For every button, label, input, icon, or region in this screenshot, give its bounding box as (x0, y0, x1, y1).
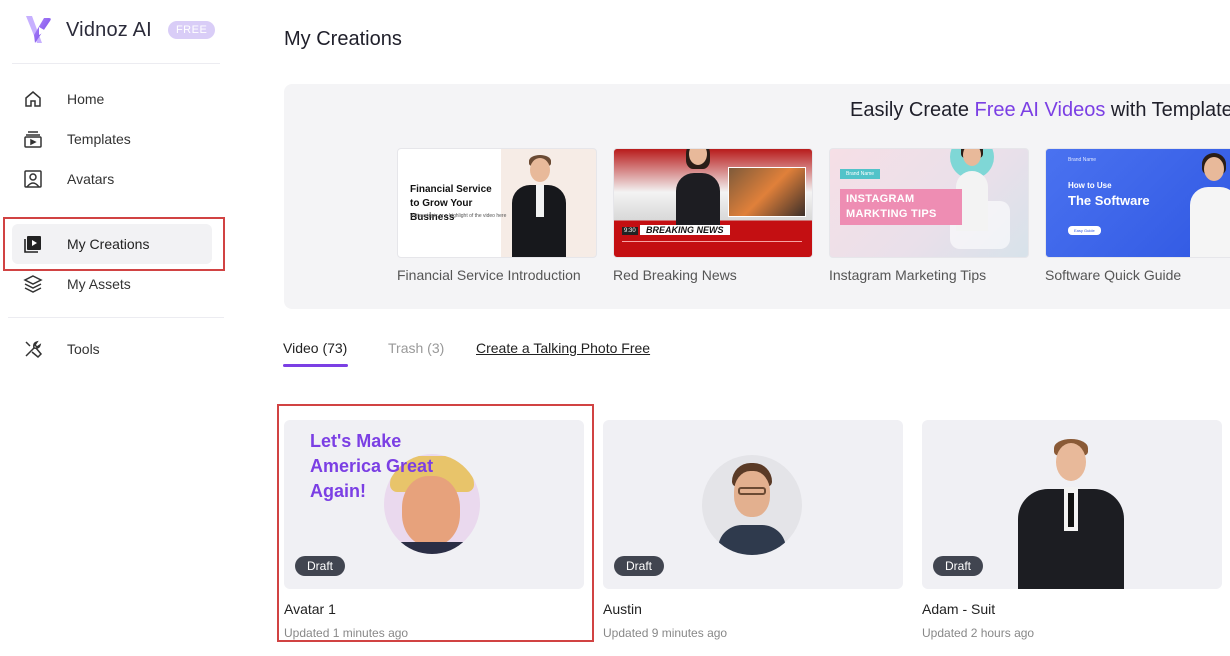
avatar-portrait (1012, 439, 1130, 589)
creation-updated: Updated 1 minutes ago (284, 626, 409, 640)
thumb-slogan: Let's Make America Great Again! (310, 431, 434, 501)
sidebar-item-label: My Creations (67, 236, 150, 252)
sidebar-item-templates[interactable]: Templates (12, 119, 212, 159)
thumb-heading: INSTAGRAM MARKTING TIPS (840, 189, 962, 225)
creation-title: Avatar 1 (284, 601, 336, 617)
home-icon (22, 88, 44, 110)
thumb-line1: How to Use (1068, 181, 1112, 190)
sidebar-item-label: Templates (67, 131, 131, 147)
templates-icon (22, 128, 44, 150)
thumb-subtext: Write a topic or a highlight of the vide… (410, 213, 507, 219)
creation-thumbnail[interactable]: Draft (922, 420, 1222, 589)
brand-name: Vidnoz AI (66, 18, 152, 41)
creation-thumbnail[interactable]: Let's Make America Great Again! Draft (284, 420, 584, 589)
page-title: My Creations (284, 28, 402, 50)
tab-video[interactable]: Video (73) (283, 340, 347, 356)
sidebar-item-label: My Assets (67, 276, 131, 292)
creation-title: Adam - Suit (922, 601, 996, 617)
news-time: 9:30 (622, 227, 638, 235)
tools-icon (22, 338, 44, 360)
template-label: Financial Service Introduction (397, 267, 581, 283)
creation-card-austin[interactable]: Draft Austin Updated 9 minutes ago (603, 420, 903, 640)
creation-updated: Updated 9 minutes ago (603, 626, 728, 640)
draft-badge: Draft (614, 556, 665, 576)
sidebar-item-label: Home (67, 91, 105, 107)
template-thumbnail[interactable]: Brand Name How to Use The Software Easy … (1045, 148, 1230, 258)
active-tab-indicator (283, 364, 348, 367)
create-talking-photo-link[interactable]: Create a Talking Photo Free (476, 340, 650, 356)
sidebar: Vidnoz AI FREE Home Templates Avatars My… (0, 0, 232, 656)
creation-thumbnail[interactable]: Draft (603, 420, 903, 589)
presenter-avatar (508, 149, 570, 257)
template-card-red-breaking-news[interactable]: 9:30 BREAKING NEWS Red Breaking News (613, 148, 813, 283)
plan-badge: FREE (167, 21, 216, 39)
template-label: Red Breaking News (613, 267, 737, 283)
sidebar-item-tools[interactable]: Tools (12, 329, 212, 369)
template-label: Software Quick Guide (1045, 267, 1182, 283)
presenter-avatar (1186, 149, 1230, 257)
anchor-avatar (672, 149, 724, 231)
sidebar-divider (8, 317, 224, 318)
creation-card-avatar-1[interactable]: Let's Make America Great Again! Draft Av… (284, 420, 584, 640)
sidebar-item-label: Tools (67, 341, 100, 357)
breaking-news-title: BREAKING NEWS (640, 225, 730, 235)
avatar-portrait (702, 455, 802, 555)
sidebar-item-my-creations[interactable]: My Creations (12, 224, 212, 264)
thumb-brand: Brand Name (840, 169, 881, 179)
template-thumbnail[interactable]: 9:30 BREAKING NEWS (613, 148, 813, 258)
banner-heading: Easily Create Free AI Videos with Templa… (850, 99, 1230, 122)
vidnoz-logo-icon (26, 16, 51, 43)
template-banner: Easily Create Free AI Videos with Templa… (284, 84, 1230, 309)
draft-badge: Draft (933, 556, 984, 576)
template-card-instagram-marketing[interactable]: Brand Name INSTAGRAM MARKTING TIPS Insta… (829, 148, 1029, 283)
creation-title: Austin (603, 601, 642, 617)
banner-heading-text: Easily Create (850, 99, 975, 121)
thumb-brand: Brand Name (1068, 157, 1097, 163)
play-square-icon (22, 233, 44, 255)
tab-trash[interactable]: Trash (3) (388, 340, 444, 356)
template-label: Instagram Marketing Tips (829, 267, 987, 283)
sidebar-divider (12, 63, 220, 64)
banner-heading-accent: Free AI Videos (974, 99, 1106, 121)
brand[interactable]: Vidnoz AI FREE (22, 12, 216, 48)
sidebar-item-my-assets[interactable]: My Assets (12, 264, 212, 304)
thumb-button: Easy Guide (1068, 226, 1101, 235)
banner-heading-text: with Template (1105, 99, 1230, 121)
creation-card-adam-suit[interactable]: Draft Adam - Suit Updated 2 hours ago (922, 420, 1222, 640)
template-card-financial-service[interactable]: Financial Service to Grow Your Business … (397, 148, 597, 283)
avatar-icon (22, 168, 44, 190)
sidebar-item-home[interactable]: Home (12, 79, 212, 119)
thumb-line2: The Software (1068, 193, 1150, 208)
template-card-software-guide[interactable]: Brand Name How to Use The Software Easy … (1045, 148, 1230, 283)
template-thumbnail[interactable]: Financial Service to Grow Your Business … (397, 148, 597, 258)
sidebar-item-avatars[interactable]: Avatars (12, 159, 212, 199)
draft-badge: Draft (295, 556, 346, 576)
sidebar-item-label: Avatars (67, 171, 115, 187)
news-ticker (622, 241, 802, 251)
layers-icon (22, 273, 44, 295)
template-thumbnail[interactable]: Brand Name INSTAGRAM MARKTING TIPS (829, 148, 1029, 258)
creation-updated: Updated 2 hours ago (922, 626, 1035, 640)
news-image (728, 167, 806, 217)
